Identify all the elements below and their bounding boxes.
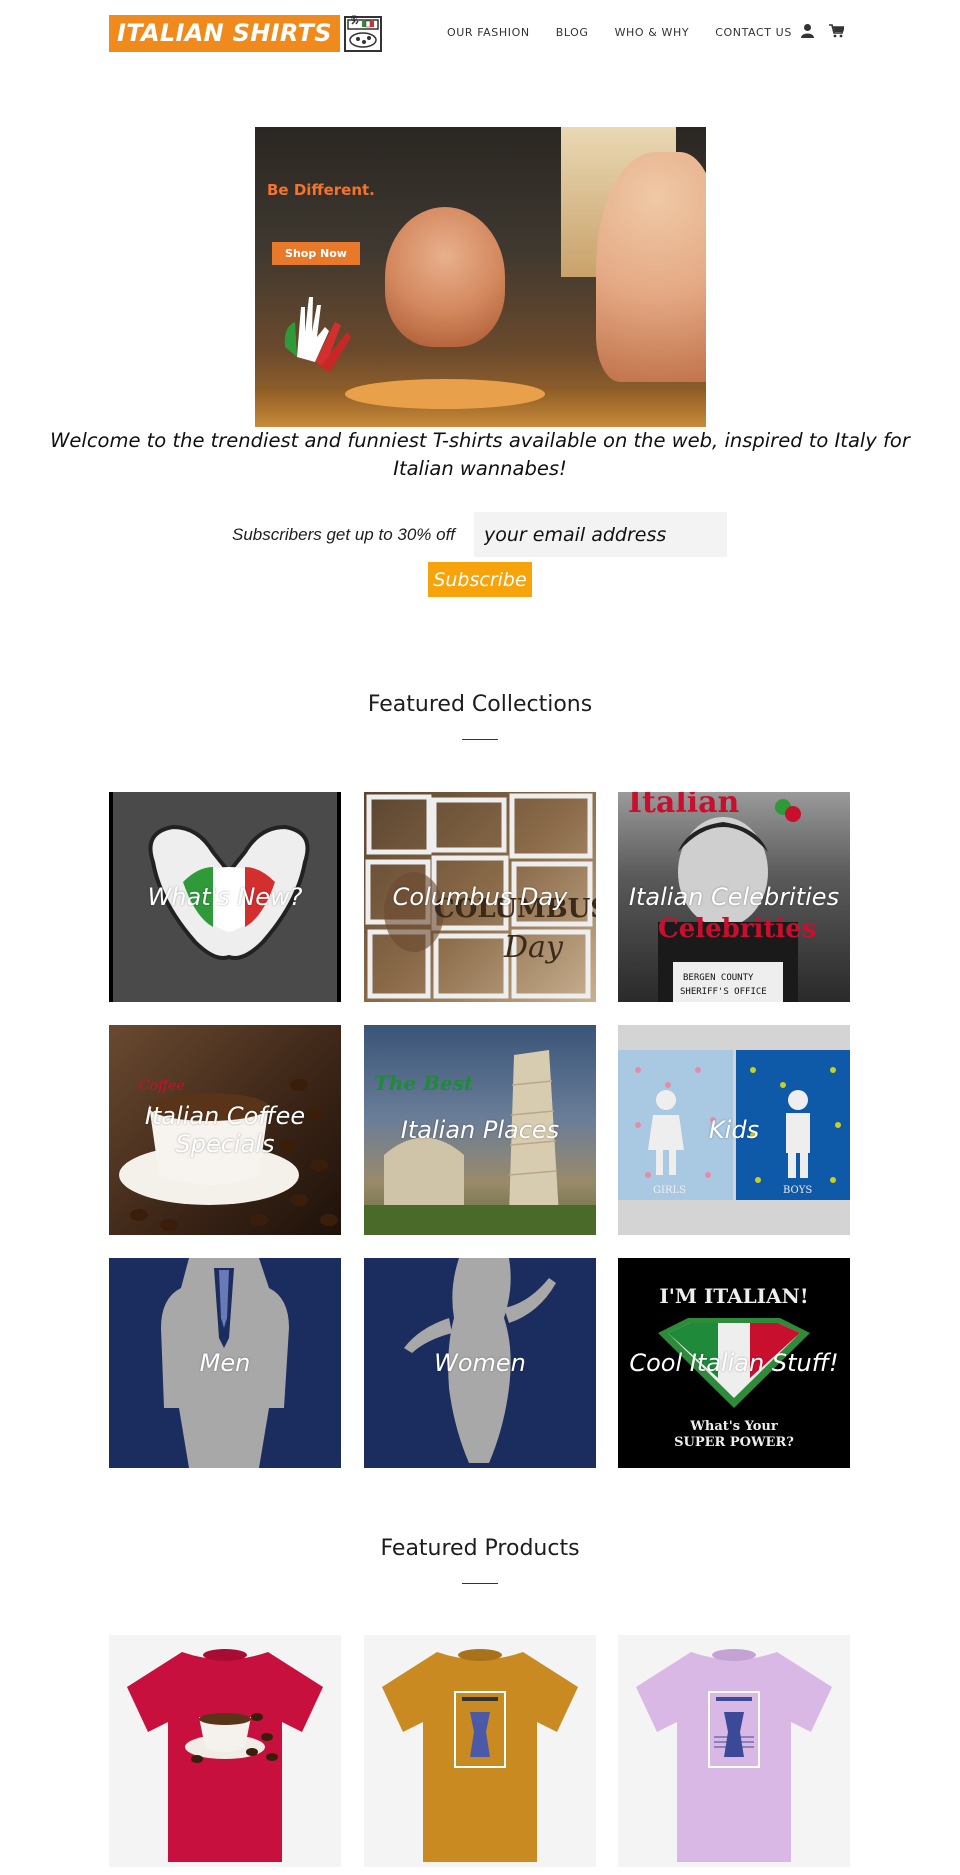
site-header: ITALIAN SHIRTS ® OUR FASHION BLOG WHO & … [0, 0, 960, 70]
tshirt-image [636, 1649, 832, 1862]
subscribe-button[interactable]: Subscribe [428, 562, 532, 597]
hero-pizza [345, 379, 545, 409]
collection-italian-celebrities[interactable]: Italian Celebrities BERGEN COUNTY SHERIF… [618, 792, 850, 1002]
collection-cool-italian-stuff[interactable]: I'M ITALIAN! What's Your SUPER POWER? Co… [618, 1258, 850, 1468]
italian-hands-icon [284, 297, 351, 372]
subscribe-label: Subscribers get up to 30% off [232, 525, 456, 544]
welcome-message: Welcome to the trendiest and funniest T-… [50, 429, 910, 480]
collection-columbus-day[interactable]: COLUMBUS Day Columbus Day [364, 792, 596, 1002]
hero-baby-image [385, 207, 505, 347]
collection-italian-coffee-specials[interactable]: Coffee Italian Coffee Specials [109, 1025, 341, 1235]
tshirt-image [127, 1649, 323, 1862]
site-logo[interactable]: ITALIAN SHIRTS [109, 15, 382, 52]
featured-products-title: Featured Products [380, 1536, 580, 1561]
collection-kids[interactable]: GIRLS BOYS Kids [618, 1025, 850, 1235]
collection-label: What's New? [147, 883, 303, 911]
collection-italian-places[interactable]: The Best Italian Places [364, 1025, 596, 1235]
tshirt-image [382, 1649, 578, 1862]
nav-blog[interactable]: BLOG [556, 26, 589, 39]
collection-label: Cool Italian Stuff! [629, 1349, 839, 1377]
section-divider [462, 1583, 498, 1584]
collection-label: Italian Celebrities [628, 883, 840, 911]
product-card-lilac-moka-tee[interactable] [618, 1635, 850, 1867]
collection-label: Italian Coffee Specials [144, 1102, 306, 1158]
collection-women[interactable]: Women [364, 1258, 596, 1468]
header-icons [800, 23, 846, 42]
collection-label: Italian Places [400, 1116, 560, 1144]
section-divider [462, 739, 498, 740]
account-icon[interactable] [800, 23, 815, 42]
collection-whats-new[interactable]: What's New? [109, 792, 341, 1002]
main-nav: OUR FASHION BLOG WHO & WHY CONTACT US [447, 26, 792, 39]
hero-banner[interactable]: Be Different. Shop Now [255, 127, 706, 427]
cart-icon[interactable] [829, 23, 846, 42]
product-card-mustard-moka-tee[interactable] [364, 1635, 596, 1867]
collection-men[interactable]: Men [109, 1258, 341, 1468]
collection-label: Men [199, 1349, 251, 1377]
featured-collections-title: Featured Collections [367, 692, 593, 717]
logo-text: ITALIAN SHIRTS [109, 15, 340, 52]
shop-now-button[interactable]: Shop Now [272, 242, 360, 265]
collection-label: Women [434, 1349, 526, 1377]
collection-label: Columbus Day [392, 883, 568, 911]
nav-contact-us[interactable]: CONTACT US [715, 26, 792, 39]
email-input[interactable] [474, 512, 727, 557]
nav-who-why[interactable]: WHO & WHY [615, 26, 690, 39]
hero-child-image [596, 152, 706, 382]
product-card-red-coffee-tee[interactable] [109, 1635, 341, 1867]
collection-label: Kids [708, 1116, 760, 1144]
registered-mark: ® [350, 14, 358, 23]
hero-tagline: Be Different. [267, 181, 375, 199]
nav-our-fashion[interactable]: OUR FASHION [447, 26, 530, 39]
